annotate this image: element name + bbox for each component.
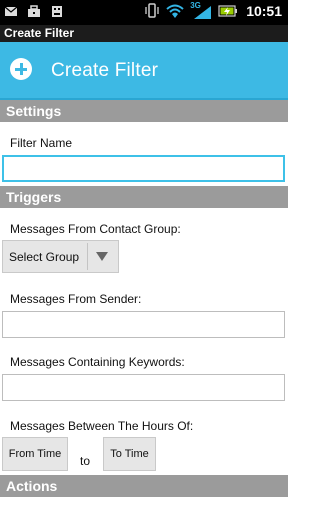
contact-group-select[interactable]: Select Group xyxy=(2,240,119,273)
actions-header-label: Actions xyxy=(6,478,58,494)
actions-header: Actions xyxy=(0,475,288,497)
settings-header: Settings xyxy=(0,100,288,122)
action-bar: Create Filter xyxy=(0,42,288,100)
briefcase-icon xyxy=(28,5,40,17)
mail-icon xyxy=(4,6,18,16)
signal-icon: 3G xyxy=(190,1,212,20)
wifi-icon xyxy=(166,4,184,18)
triggers-header: Triggers xyxy=(0,186,288,208)
keywords-input[interactable] xyxy=(2,374,285,401)
hours-label: Messages Between The Hours Of: xyxy=(10,419,194,433)
select-group-label: Select Group xyxy=(9,250,80,264)
from-time-button[interactable]: From Time xyxy=(2,437,68,471)
battery-charging-icon xyxy=(218,5,238,17)
sender-input[interactable] xyxy=(2,311,285,338)
keywords-label: Messages Containing Keywords: xyxy=(10,355,185,369)
contact-group-label: Messages From Contact Group: xyxy=(10,222,181,236)
window-title: Create Filter xyxy=(4,26,75,40)
filter-name-label: Filter Name xyxy=(10,136,73,150)
status-bar: 3G 10:51 xyxy=(0,0,288,25)
settings-header-label: Settings xyxy=(6,103,62,119)
page-title: Create Filter xyxy=(51,60,159,81)
triggers-header-label: Triggers xyxy=(6,189,62,205)
app-titlebar: Create Filter xyxy=(0,25,288,42)
clock-time: 10:51 xyxy=(246,3,282,19)
dropdown-arrow-icon xyxy=(96,252,108,261)
to-time-button[interactable]: To Time xyxy=(103,437,156,471)
filter-name-input[interactable] xyxy=(2,155,285,182)
android-icon xyxy=(52,6,62,17)
sender-label: Messages From Sender: xyxy=(10,292,142,306)
vibrate-icon xyxy=(145,3,159,18)
to-label: to xyxy=(80,454,91,468)
add-circle-icon[interactable] xyxy=(10,58,32,80)
